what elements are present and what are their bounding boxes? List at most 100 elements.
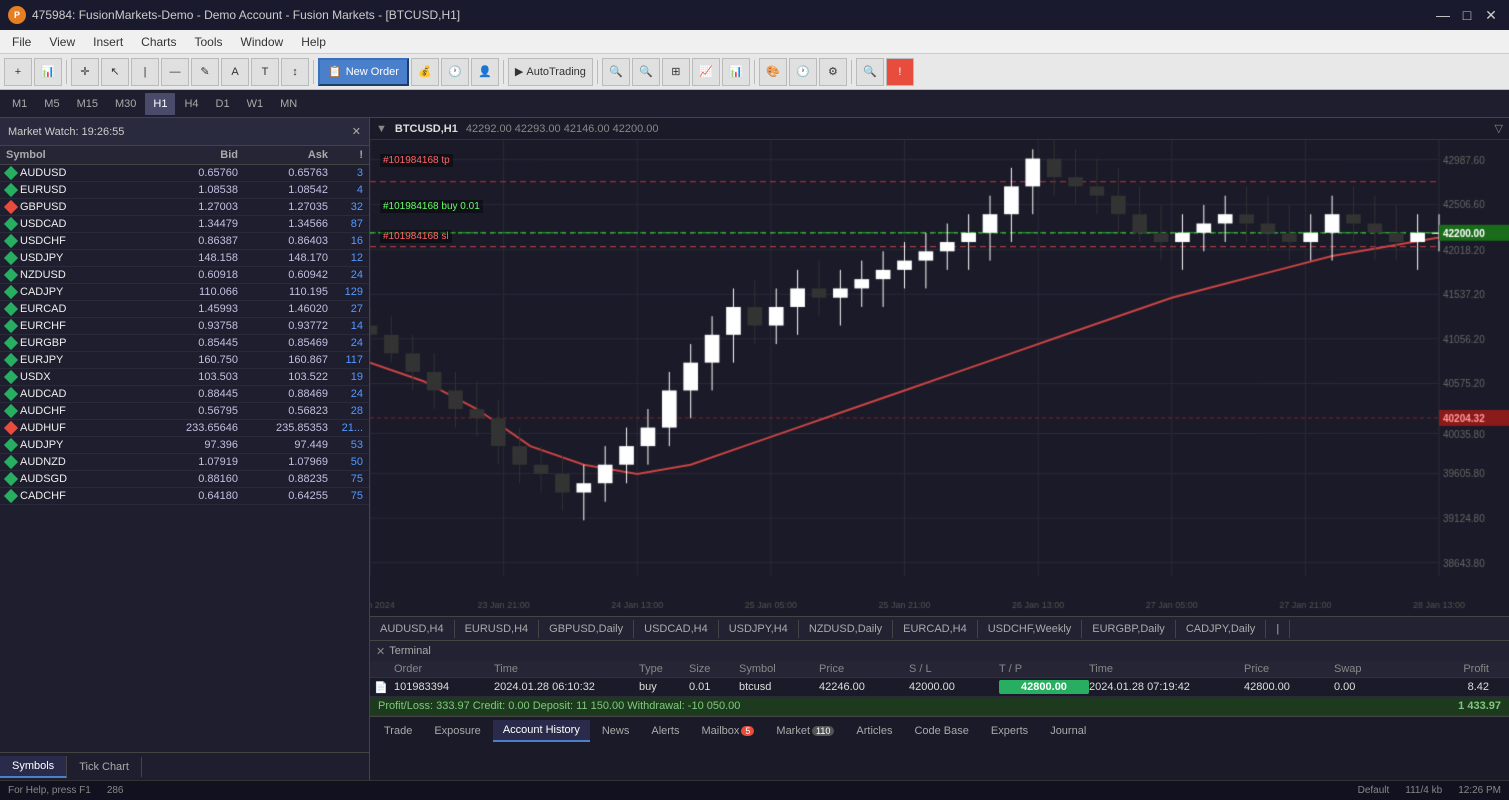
- main-chart-canvas[interactable]: [370, 140, 1509, 616]
- chart-canvas-container[interactable]: #101984168 tp #101984168 buy 0.01 #10198…: [370, 140, 1509, 616]
- tf-h4[interactable]: H4: [176, 93, 206, 115]
- market-watch-row[interactable]: EURCHF 0.93758 0.93772 14: [0, 318, 369, 335]
- tf-d1[interactable]: D1: [208, 93, 238, 115]
- buy-btn[interactable]: 💰: [411, 58, 439, 86]
- term-tab-account-history[interactable]: Account History: [493, 720, 590, 742]
- zoom-in-btn[interactable]: 🔍: [602, 58, 630, 86]
- tf-m30[interactable]: M30: [107, 93, 144, 115]
- cs-tab-cadjpy-daily[interactable]: CADJPY,Daily: [1176, 620, 1267, 638]
- cs-tab-usdchf-weekly[interactable]: USDCHF,Weekly: [978, 620, 1083, 638]
- main-toolbar: + 📊 ✛ ↖ | — ✎ A T ↕ 📋 New Order 💰 🕐 👤 ▶ …: [0, 54, 1509, 90]
- cs-tab-usdjpy-h4[interactable]: USDJPY,H4: [719, 620, 799, 638]
- window-controls[interactable]: — □ ✕: [1433, 5, 1501, 25]
- minimize-button[interactable]: —: [1433, 5, 1453, 25]
- symbol-indicator: [4, 370, 18, 384]
- term-tab-codebase[interactable]: Code Base: [904, 721, 978, 741]
- clock-btn[interactable]: 🕐: [789, 58, 817, 86]
- cs-tab-nzdusd-daily[interactable]: NZDUSD,Daily: [799, 620, 893, 638]
- crosshair-btn[interactable]: ✛: [71, 58, 99, 86]
- market-watch-row[interactable]: GBPUSD 1.27003 1.27035 32: [0, 199, 369, 216]
- cs-tab-more[interactable]: |: [1266, 620, 1290, 638]
- market-watch-row[interactable]: EURJPY 160.750 160.867 117: [0, 352, 369, 369]
- cs-tab-eurgbp-daily[interactable]: EURGBP,Daily: [1082, 620, 1176, 638]
- account-btn[interactable]: 👤: [471, 58, 499, 86]
- text-btn[interactable]: A: [221, 58, 249, 86]
- mw-tab-tick-chart[interactable]: Tick Chart: [67, 757, 142, 777]
- market-watch-row[interactable]: AUDHUF 233.65646 235.85353 21...: [0, 420, 369, 437]
- market-watch-row[interactable]: EURGBP 0.85445 0.85469 24: [0, 335, 369, 352]
- term-tab-articles[interactable]: Articles: [846, 721, 902, 741]
- market-watch-row[interactable]: CADJPY 110.066 110.195 129: [0, 284, 369, 301]
- market-watch-row[interactable]: EURUSD 1.08538 1.08542 4: [0, 182, 369, 199]
- cs-tab-usdcad-h4[interactable]: USDCAD,H4: [634, 620, 719, 638]
- term-tab-journal[interactable]: Journal: [1040, 721, 1096, 741]
- market-watch-row[interactable]: USDCAD 1.34479 1.34566 87: [0, 216, 369, 233]
- mw-tab-symbols[interactable]: Symbols: [0, 756, 67, 778]
- tf-mn[interactable]: MN: [272, 93, 305, 115]
- grid-btn[interactable]: ⊞: [662, 58, 690, 86]
- tf-m1[interactable]: M1: [4, 93, 35, 115]
- cs-tab-eurusd-h4[interactable]: EURUSD,H4: [455, 620, 540, 638]
- period-sep-btn[interactable]: |: [131, 58, 159, 86]
- draw-btn[interactable]: ✎: [191, 58, 219, 86]
- market-watch-row[interactable]: NZDUSD 0.60918 0.60942 24: [0, 267, 369, 284]
- menu-insert[interactable]: Insert: [85, 33, 131, 51]
- zoom-out-btn[interactable]: 🔍: [632, 58, 660, 86]
- menu-view[interactable]: View: [41, 33, 83, 51]
- maximize-button[interactable]: □: [1457, 5, 1477, 25]
- menu-file[interactable]: File: [4, 33, 39, 51]
- symbol-spread: 75: [328, 490, 363, 502]
- arrow-btn[interactable]: ↖: [101, 58, 129, 86]
- autotrading-button[interactable]: ▶ AutoTrading: [508, 58, 593, 86]
- term-tab-exposure[interactable]: Exposure: [424, 721, 490, 741]
- menu-window[interactable]: Window: [233, 33, 292, 51]
- history-btn[interactable]: 🕐: [441, 58, 469, 86]
- alert-btn[interactable]: !: [886, 58, 914, 86]
- chart-btn2[interactable]: 📈: [692, 58, 720, 86]
- cs-tab-gbpusd-daily[interactable]: GBPUSD,Daily: [539, 620, 634, 638]
- menu-charts[interactable]: Charts: [133, 33, 184, 51]
- market-watch-row[interactable]: AUDCAD 0.88445 0.88469 24: [0, 386, 369, 403]
- bar-btn[interactable]: 📊: [722, 58, 750, 86]
- tf-m15[interactable]: M15: [69, 93, 106, 115]
- market-watch-row[interactable]: AUDJPY 97.396 97.449 53: [0, 437, 369, 454]
- term-tab-trade[interactable]: Trade: [374, 721, 422, 741]
- chart-toolbar-btn[interactable]: 📊: [34, 58, 62, 86]
- market-watch-close[interactable]: ✕: [352, 125, 361, 138]
- tf-h1[interactable]: H1: [145, 93, 175, 115]
- market-watch-row[interactable]: USDCHF 0.86387 0.86403 16: [0, 233, 369, 250]
- menu-help[interactable]: Help: [293, 33, 334, 51]
- term-tab-news[interactable]: News: [592, 721, 640, 741]
- market-watch-row[interactable]: AUDUSD 0.65760 0.65763 3: [0, 165, 369, 182]
- new-order-button[interactable]: 📋 New Order: [318, 58, 409, 86]
- market-watch-row[interactable]: CADCHF 0.64180 0.64255 75: [0, 488, 369, 505]
- chart-symbol-tabs: AUDUSD,H4 EURUSD,H4 GBPUSD,Daily USDCAD,…: [370, 616, 1509, 640]
- template-btn[interactable]: 🎨: [759, 58, 787, 86]
- term-tab-alerts[interactable]: Alerts: [641, 721, 689, 741]
- indicator-btn[interactable]: ↕: [281, 58, 309, 86]
- add-button[interactable]: +: [4, 58, 32, 86]
- term-tab-market[interactable]: Market110: [766, 721, 844, 741]
- label-btn[interactable]: T: [251, 58, 279, 86]
- cs-tab-eurcad-h4[interactable]: EURCAD,H4: [893, 620, 978, 638]
- market-watch-row[interactable]: AUDNZD 1.07919 1.07969 50: [0, 454, 369, 471]
- term-tab-mailbox[interactable]: Mailbox5: [691, 721, 764, 741]
- symbol-ask: 148.170: [238, 252, 328, 264]
- market-watch-row[interactable]: AUDSGD 0.88160 0.88235 75: [0, 471, 369, 488]
- symbol-spread: 12: [328, 252, 363, 264]
- cs-tab-audusd-h4[interactable]: AUDUSD,H4: [370, 620, 455, 638]
- tf-w1[interactable]: W1: [239, 93, 272, 115]
- term-tab-experts[interactable]: Experts: [981, 721, 1038, 741]
- search-btn[interactable]: 🔍: [856, 58, 884, 86]
- settings-btn[interactable]: ⚙: [819, 58, 847, 86]
- market-watch-row[interactable]: USDX 103.503 103.522 19: [0, 369, 369, 386]
- tf-m5[interactable]: M5: [36, 93, 67, 115]
- close-terminal-btn[interactable]: ✕: [376, 645, 385, 658]
- line-btn[interactable]: —: [161, 58, 189, 86]
- market-watch-row[interactable]: AUDCHF 0.56795 0.56823 28: [0, 403, 369, 420]
- chart-area[interactable]: ▼ BTCUSD,H1 42292.00 42293.00 42146.00 4…: [370, 118, 1509, 640]
- market-watch-row[interactable]: USDJPY 148.158 148.170 12: [0, 250, 369, 267]
- menu-tools[interactable]: Tools: [187, 33, 231, 51]
- close-button[interactable]: ✕: [1481, 5, 1501, 25]
- market-watch-row[interactable]: EURCAD 1.45993 1.46020 27: [0, 301, 369, 318]
